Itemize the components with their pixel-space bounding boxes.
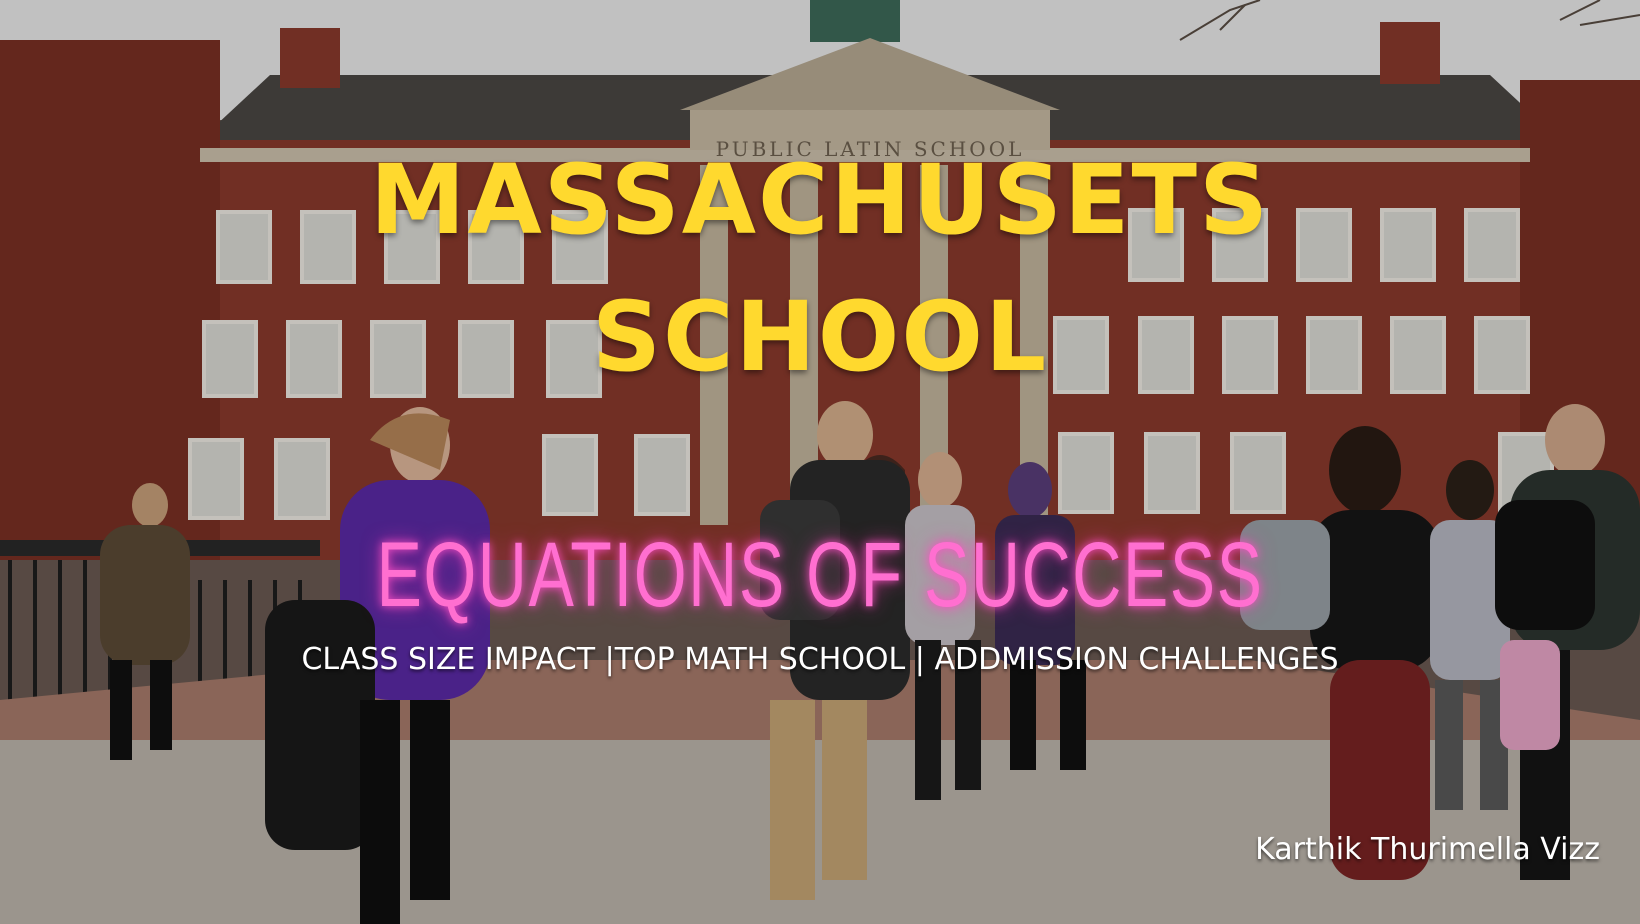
author-credit: Karthik Thurimella Vizz bbox=[1255, 832, 1600, 867]
photo-dim-overlay bbox=[0, 0, 1640, 924]
title-line-1: MASSACHUSETS bbox=[369, 144, 1271, 256]
title-line-2: SCHOOL bbox=[591, 281, 1049, 393]
subtitle: EQUATIONS OF SUCCESS bbox=[376, 524, 1264, 626]
school-photo: PUBLIC LATIN SCHOOL bbox=[0, 0, 1640, 924]
poster: PUBLIC LATIN SCHOOL MASSACHUSETS SCHOOL … bbox=[0, 0, 1640, 924]
tagline: CLASS SIZE IMPACT |TOP MATH SCHOOL | ADD… bbox=[301, 642, 1339, 677]
